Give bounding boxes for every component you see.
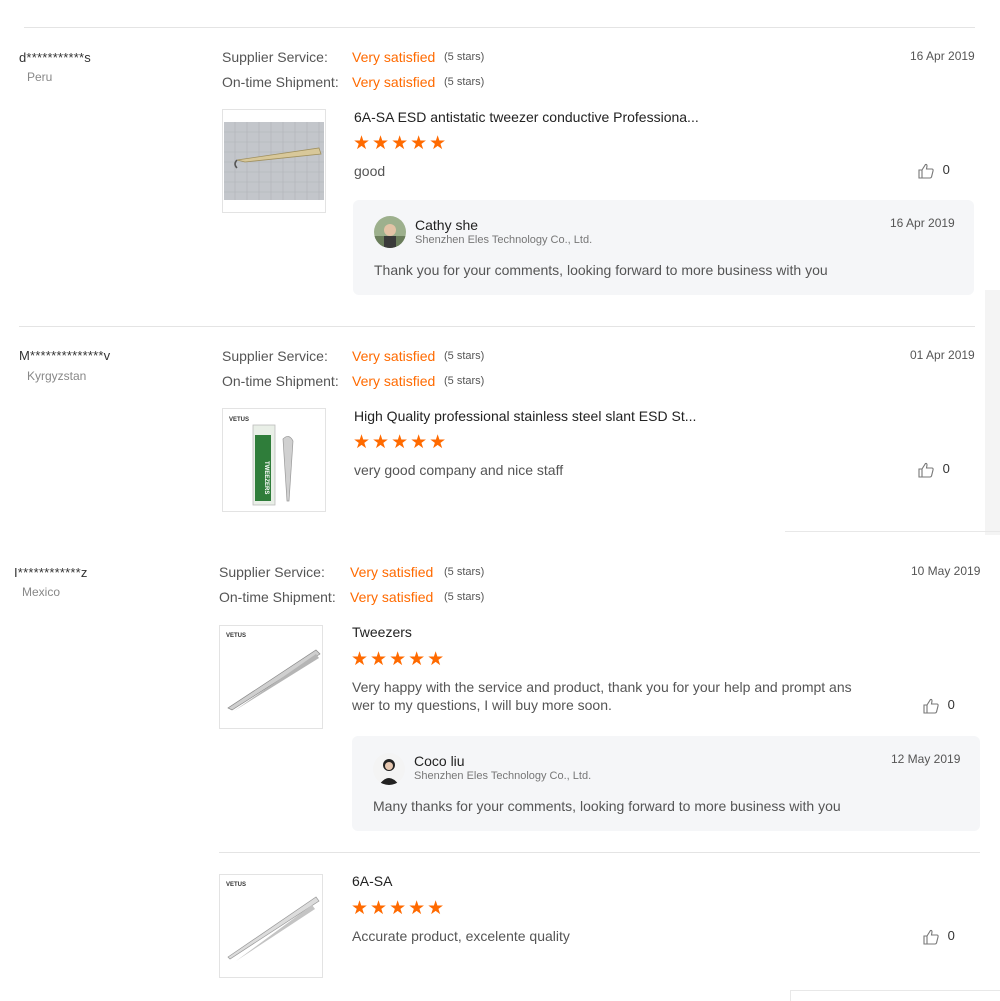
- reply-author: Cathy she: [415, 217, 479, 233]
- brand-label: VETUS: [226, 882, 246, 888]
- page-edge: [985, 290, 1000, 535]
- product-title-link[interactable]: Tweezers: [352, 624, 412, 640]
- shipment-stars: (5 stars): [444, 375, 485, 387]
- like-button[interactable]: 0: [917, 162, 950, 180]
- shipment-label: On-time Shipment:: [222, 74, 339, 90]
- divider: [24, 27, 975, 28]
- divider: [785, 531, 1000, 532]
- review-comment: good: [354, 163, 386, 179]
- package-label: TWEEZERS: [263, 461, 269, 494]
- like-button[interactable]: 0: [917, 461, 950, 479]
- reply-text: Thank you for your comments, looking for…: [374, 262, 828, 278]
- buyer-name: M**************v: [19, 348, 111, 363]
- reply-text: Many thanks for your comments, looking f…: [373, 798, 841, 814]
- divider: [19, 326, 975, 327]
- product-thumbnail[interactable]: VETUS TWEEZERS: [222, 408, 326, 512]
- supplier-service-label: Supplier Service:: [222, 49, 328, 65]
- star-rating: ★★★★★: [353, 133, 449, 154]
- supplier-service-label: Supplier Service:: [222, 348, 328, 364]
- product-title-link[interactable]: 6A-SA ESD antistatic tweezer conductive …: [354, 109, 699, 125]
- seller-reply: Cathy she Shenzhen Eles Technology Co., …: [353, 200, 974, 295]
- seller-reply: Coco liu Shenzhen Eles Technology Co., L…: [352, 736, 980, 831]
- like-count: 0: [942, 461, 950, 477]
- star-rating: ★★★★★: [353, 432, 449, 453]
- buyer-country: Mexico: [22, 585, 61, 599]
- product-thumbnail[interactable]: [222, 109, 326, 213]
- divider: [219, 852, 980, 853]
- thumbs-up-icon: [923, 929, 939, 945]
- review-date: 16 Apr 2019: [910, 49, 975, 63]
- tweezer-photo-image: [223, 110, 325, 212]
- review-comment: Accurate product, excelente quality: [352, 928, 570, 944]
- supplier-service-stars: (5 stars): [444, 51, 485, 63]
- supplier-service-value: Very satisfied: [352, 49, 436, 65]
- thumbs-up-icon: [923, 698, 939, 714]
- product-title-link[interactable]: 6A-SA: [352, 873, 392, 889]
- avatar: [373, 753, 405, 785]
- tweezer-image: VETUS: [220, 626, 322, 728]
- star-rating: ★★★★★: [351, 898, 447, 919]
- tweezer-image: VETUS: [220, 875, 322, 977]
- review-date: 01 Apr 2019: [910, 348, 975, 362]
- like-count: 0: [947, 928, 955, 944]
- avatar-image: [373, 753, 405, 785]
- shipment-label: On-time Shipment:: [222, 373, 339, 389]
- like-count: 0: [947, 697, 955, 713]
- brand-label: VETUS: [226, 633, 246, 639]
- brand-label: VETUS: [229, 417, 249, 423]
- buyer-country: Kyrgyzstan: [27, 369, 87, 383]
- supplier-service-stars: (5 stars): [444, 350, 485, 362]
- supplier-service-label: Supplier Service:: [219, 564, 325, 580]
- tweezer-package-image: VETUS TWEEZERS: [223, 409, 325, 511]
- thumbs-up-icon: [918, 163, 934, 179]
- shipment-stars: (5 stars): [444, 76, 485, 88]
- shipment-label: On-time Shipment:: [219, 589, 336, 605]
- reply-date: 12 May 2019: [891, 752, 961, 766]
- shipment-value: Very satisfied: [350, 589, 434, 605]
- supplier-service-value: Very satisfied: [352, 348, 436, 364]
- review-comment: Very happy with the service and product,…: [352, 678, 852, 714]
- avatar-image: [374, 216, 406, 248]
- product-thumbnail[interactable]: VETUS: [219, 874, 323, 978]
- reply-company: Shenzhen Eles Technology Co., Ltd.: [414, 770, 592, 782]
- shipment-value: Very satisfied: [352, 373, 436, 389]
- review-comment: very good company and nice staff: [354, 462, 564, 478]
- shipment-stars: (5 stars): [444, 591, 485, 603]
- like-count: 0: [942, 162, 950, 178]
- buyer-country: Peru: [27, 70, 53, 84]
- review-date: 10 May 2019: [911, 564, 981, 578]
- product-title-link[interactable]: High Quality professional stainless stee…: [354, 408, 696, 424]
- reply-company: Shenzhen Eles Technology Co., Ltd.: [415, 234, 593, 246]
- like-button[interactable]: 0: [922, 697, 955, 715]
- reply-date: 16 Apr 2019: [890, 216, 955, 230]
- review-comment-line: Very happy with the service and product,…: [352, 679, 852, 695]
- review-comment-line: wer to my questions, I will buy more soo…: [352, 697, 612, 713]
- buyer-name: d***********s: [19, 50, 91, 65]
- product-thumbnail[interactable]: VETUS: [219, 625, 323, 729]
- avatar: [374, 216, 406, 248]
- reply-author: Coco liu: [414, 753, 465, 769]
- page-edge: [790, 990, 1000, 1001]
- shipment-value: Very satisfied: [352, 74, 436, 90]
- thumbs-up-icon: [918, 462, 934, 478]
- star-rating: ★★★★★: [351, 649, 447, 670]
- supplier-service-value: Very satisfied: [350, 564, 434, 580]
- supplier-service-stars: (5 stars): [444, 566, 485, 578]
- buyer-name: I************z: [14, 565, 88, 580]
- like-button[interactable]: 0: [922, 928, 955, 946]
